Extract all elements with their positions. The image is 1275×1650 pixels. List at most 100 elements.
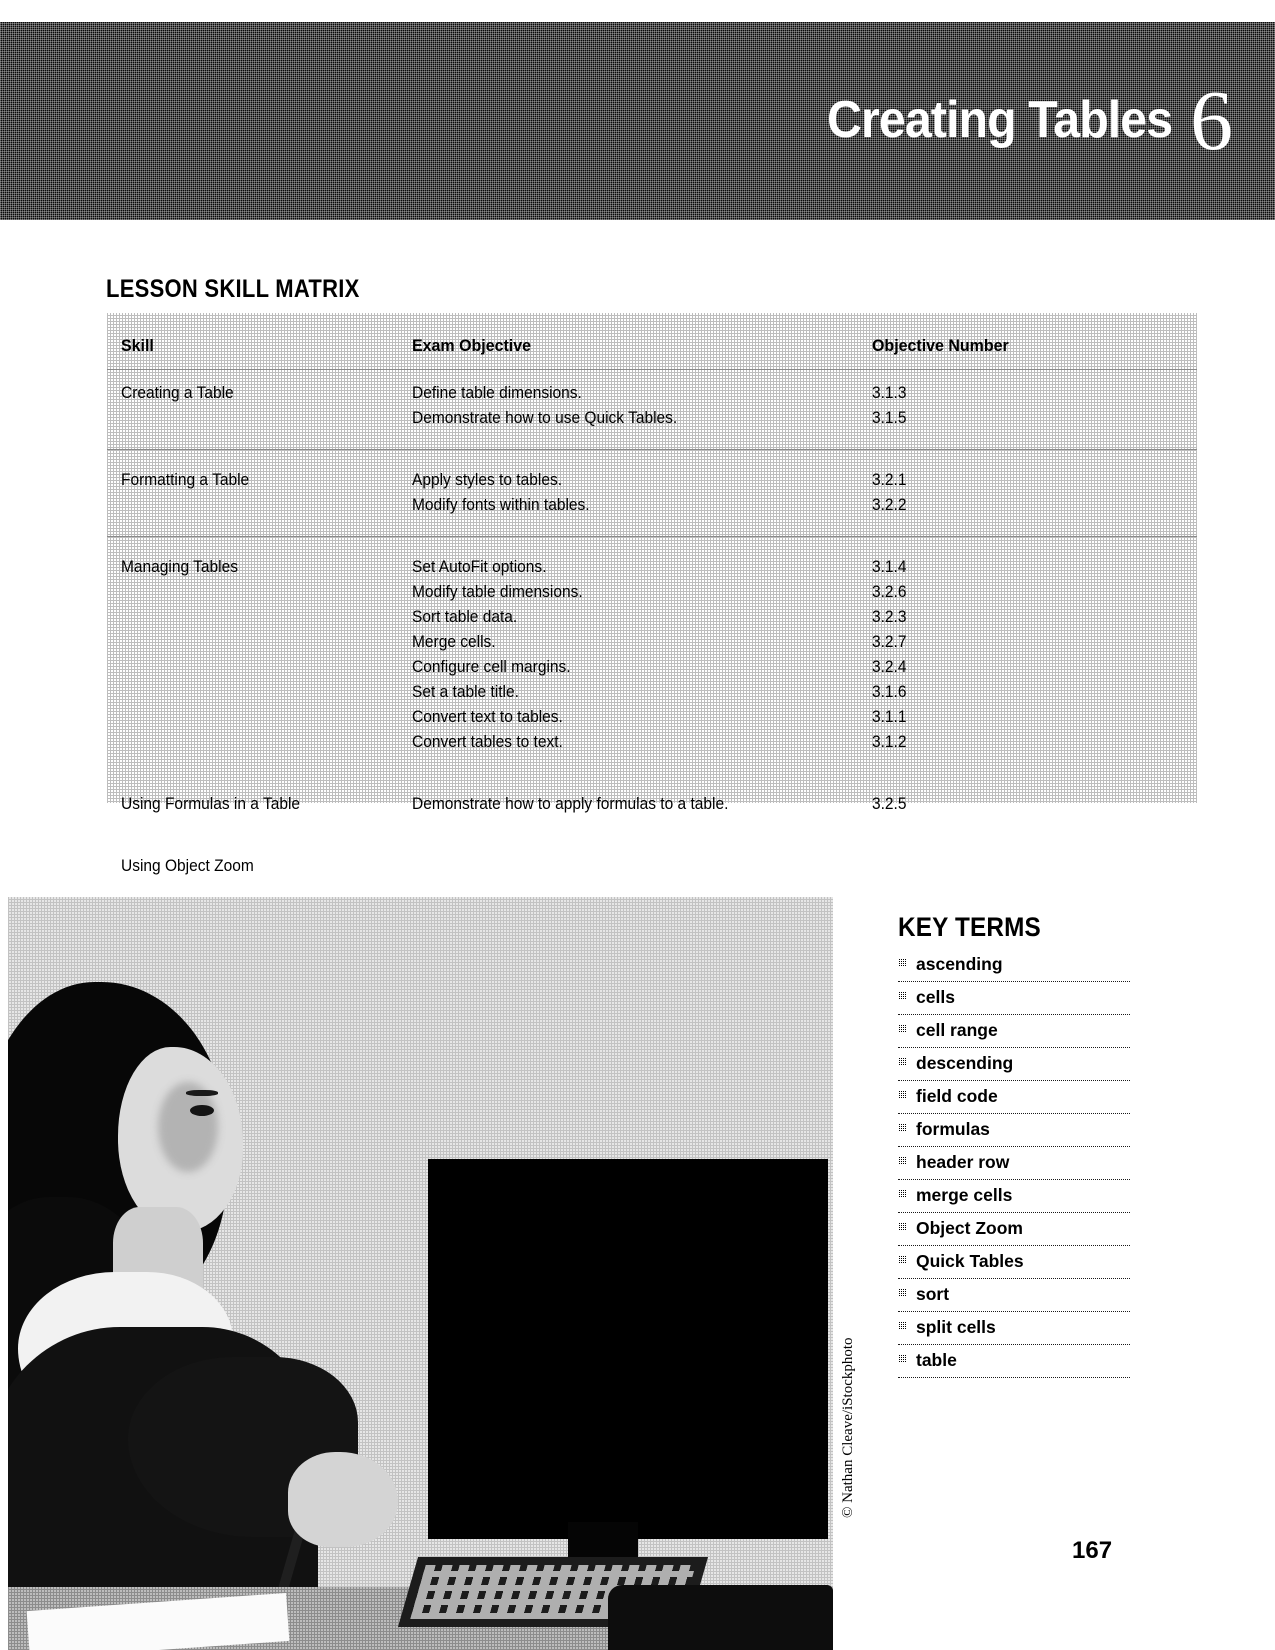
- objective-number-text: 3.2.5: [872, 795, 907, 813]
- table-row: Using Formulas in a Table Demonstrate how…: [107, 792, 1197, 817]
- person-eyebrow-shape: [186, 1090, 218, 1096]
- objective-number-text: 3.1.4: [872, 558, 907, 576]
- bullet-icon: [898, 992, 906, 1000]
- key-term-label: Object Zoom: [916, 1218, 1023, 1238]
- lesson-skill-matrix-table: Skill Exam Objective Objective Number Creat…: [107, 313, 1197, 875]
- table-divider: [107, 536, 1197, 537]
- key-term-item: merge cells: [898, 1184, 1130, 1213]
- lesson-photo: [8, 897, 833, 1650]
- key-term-label: header row: [916, 1152, 1010, 1172]
- bullet-icon: [898, 959, 906, 967]
- key-terms-title: KEY TERMS: [898, 912, 1041, 942]
- key-terms-list: ascending cells cell range descending field …: [898, 953, 1130, 1378]
- table-row: Using Object Zoom: [107, 854, 1197, 879]
- key-term-label: formulas: [916, 1119, 990, 1139]
- bullet-icon: [898, 1091, 906, 1099]
- key-term-item: header row: [898, 1151, 1130, 1180]
- table-divider: [107, 449, 1197, 450]
- exam-objective-text: Modify table dimensions.: [412, 583, 583, 601]
- key-term-item: sort: [898, 1283, 1130, 1312]
- key-term-label: ascending: [916, 954, 1003, 974]
- exam-objective-text: Set a table title.: [412, 683, 519, 701]
- person-hand-shape: [288, 1452, 398, 1547]
- key-term-label: merge cells: [916, 1185, 1013, 1205]
- lesson-skill-matrix-heading: LESSON SKILL MATRIX: [106, 275, 360, 303]
- bullet-icon: [898, 1190, 906, 1198]
- photo-credit: © Nathan Cleave/iStockphoto: [836, 1290, 860, 1520]
- skill-name: Creating a Table: [121, 384, 234, 402]
- bullet-icon: [898, 1322, 906, 1330]
- exam-objective-text: Demonstrate how to use Quick Tables.: [412, 409, 678, 427]
- key-term-item: ascending: [898, 953, 1130, 982]
- exam-objective-text: Sort table data.: [412, 608, 518, 626]
- exam-objective-text: Demonstrate how to apply formulas to a t…: [412, 795, 729, 813]
- bullet-icon: [898, 1289, 906, 1297]
- key-term-label: split cells: [916, 1317, 996, 1337]
- bullet-icon: [898, 1355, 906, 1363]
- key-term-item: cell range: [898, 1019, 1130, 1048]
- key-term-item: formulas: [898, 1118, 1130, 1147]
- objective-number-text: 3.2.7: [872, 633, 907, 651]
- exam-objective-text: Apply styles to tables.: [412, 471, 563, 489]
- skill-name: Formatting a Table: [121, 471, 250, 489]
- key-term-item: Object Zoom: [898, 1217, 1130, 1246]
- objective-number-text: 3.1.3: [872, 384, 907, 402]
- bullet-icon: [898, 1124, 906, 1132]
- bullet-icon: [898, 1223, 906, 1231]
- photo-credit-text: © Nathan Cleave/iStockphoto: [840, 1337, 856, 1518]
- exam-objective-text: Merge cells.: [412, 633, 496, 651]
- key-term-label: cells: [916, 987, 955, 1007]
- key-term-label: table: [916, 1350, 957, 1370]
- page-number: 167: [1072, 1537, 1113, 1564]
- chapter-number: 6: [1190, 72, 1233, 168]
- chapter-header-banner: Creating Tables 6: [0, 22, 1275, 220]
- table-row: Formatting a Table Apply styles to tables…: [107, 468, 1197, 518]
- key-term-item: cells: [898, 986, 1130, 1015]
- exam-objective-text: Set AutoFit options.: [412, 558, 547, 576]
- objective-number-text: 3.2.1: [872, 471, 907, 489]
- table-divider: [107, 369, 1197, 370]
- skill-name: Using Formulas in a Table: [121, 795, 301, 813]
- objective-number-text: 3.2.3: [872, 608, 907, 626]
- bullet-icon: [898, 1157, 906, 1165]
- desk-phone-shape: [608, 1585, 833, 1650]
- key-terms-panel: KEY TERMS ascending cells cell range descen…: [898, 912, 1130, 1382]
- objective-number-text: 3.1.2: [872, 733, 907, 751]
- key-term-label: sort: [916, 1284, 950, 1304]
- column-header-exam-objective: Exam Objective: [412, 336, 532, 355]
- exam-objective-text: Define table dimensions.: [412, 384, 582, 402]
- key-term-item: descending: [898, 1052, 1130, 1081]
- exam-objective-text: Configure cell margins.: [412, 658, 571, 676]
- table-header-row: Skill Exam Objective Objective Number: [107, 335, 1197, 357]
- skill-name: Using Object Zoom: [121, 857, 254, 875]
- objective-number-text: 3.1.6: [872, 683, 907, 701]
- monitor-shape: [428, 1159, 828, 1539]
- objective-number-text: 3.1.1: [872, 708, 907, 726]
- bullet-icon: [898, 1256, 906, 1264]
- person-eye-shape: [190, 1105, 214, 1116]
- exam-objective-text: Convert text to tables.: [412, 708, 563, 726]
- objective-number-text: 3.1.5: [872, 409, 907, 427]
- key-term-label: descending: [916, 1053, 1014, 1073]
- skill-name: Managing Tables: [121, 558, 238, 576]
- exam-objective-text: Modify fonts within tables.: [412, 496, 590, 514]
- bullet-icon: [898, 1025, 906, 1033]
- key-term-label: field code: [916, 1086, 998, 1106]
- objective-number-text: 3.2.2: [872, 496, 907, 514]
- objective-number-text: 3.2.6: [872, 583, 907, 601]
- key-term-label: Quick Tables: [916, 1251, 1024, 1271]
- exam-objective-text: Convert tables to text.: [412, 733, 563, 751]
- table-row: Creating a Table Define table dimensions.…: [107, 381, 1197, 431]
- column-header-objective-number: Objective Number: [872, 336, 1009, 355]
- key-term-item: table: [898, 1349, 1130, 1378]
- key-term-item: field code: [898, 1085, 1130, 1114]
- key-term-item: Quick Tables: [898, 1250, 1130, 1279]
- bullet-icon: [898, 1058, 906, 1066]
- page-title: Creating Tables: [826, 91, 1173, 149]
- column-header-skill: Skill: [121, 336, 154, 355]
- key-term-item: split cells: [898, 1316, 1130, 1345]
- key-term-label: cell range: [916, 1020, 998, 1040]
- objective-number-text: 3.2.4: [872, 658, 907, 676]
- chapter-title-group: Creating Tables 6: [801, 72, 1233, 168]
- table-row: Managing Tables Set AutoFit options. Modif…: [107, 555, 1197, 755]
